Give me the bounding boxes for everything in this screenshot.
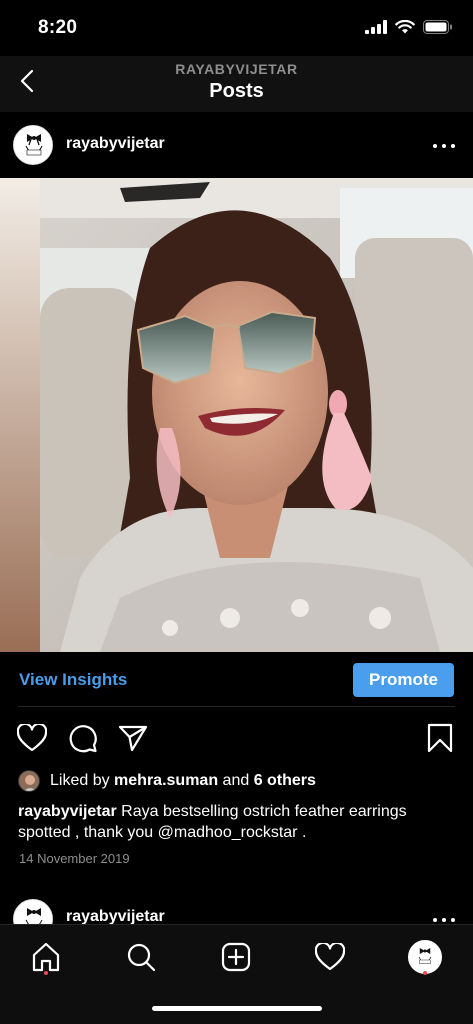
more-options-button[interactable] (433, 136, 455, 156)
page-title: Posts (209, 80, 264, 102)
wifi-icon (395, 20, 415, 34)
likes-others-link[interactable]: 6 others (254, 772, 316, 790)
add-icon (221, 942, 251, 972)
brand-logo (410, 942, 440, 972)
like-button[interactable] (16, 722, 48, 754)
avatar[interactable] (13, 899, 53, 926)
post-date: 14 November 2019 (19, 851, 130, 866)
send-icon (118, 725, 148, 752)
divider (18, 706, 455, 707)
post-username[interactable]: rayabyvijetar (66, 135, 165, 153)
account-name: RAYABYVIJETAR (175, 61, 298, 77)
post-caption: rayabyvijetar Raya bestselling ostrich f… (18, 801, 458, 843)
bookmark-icon (427, 723, 453, 753)
likes-conjunction: and (218, 772, 254, 789)
signal-icon (365, 20, 387, 34)
caption-username[interactable]: rayabyvijetar (18, 803, 117, 820)
liker-avatar[interactable] (18, 770, 40, 792)
tab-create[interactable] (212, 933, 260, 981)
nav-header: RAYABYVIJETAR Posts (0, 56, 473, 112)
save-button[interactable] (424, 722, 456, 754)
profile-avatar (408, 940, 442, 974)
next-post-header: rayabyvijetar (0, 896, 473, 926)
post-photo[interactable] (0, 178, 473, 652)
status-icons (365, 20, 453, 34)
tab-activity[interactable] (306, 933, 354, 981)
more-horizontal-icon (433, 144, 437, 148)
search-icon (127, 943, 156, 972)
more-horizontal-icon (433, 918, 437, 922)
liker-avatar-image (19, 771, 39, 791)
liker-username[interactable]: mehra.suman (114, 772, 218, 790)
post-image (0, 178, 473, 652)
status-bar: 8:20 (0, 0, 473, 56)
comment-icon (69, 725, 97, 753)
post-header: rayabyvijetar (0, 116, 473, 176)
home-icon (32, 942, 60, 972)
home-notification-dot (44, 971, 48, 975)
heart-icon (17, 724, 47, 752)
battery-icon (423, 20, 452, 34)
likes-row: Liked by mehra.suman and 6 others (18, 768, 458, 794)
profile-notification-dot (423, 971, 427, 975)
brand-logo (14, 900, 52, 926)
status-time: 8:20 (38, 17, 78, 38)
avatar[interactable] (13, 125, 53, 165)
share-button[interactable] (117, 722, 149, 754)
liked-by-label: Liked by (50, 772, 115, 789)
view-insights-link[interactable]: View Insights (19, 670, 127, 690)
brand-logo (14, 126, 52, 164)
comment-button[interactable] (67, 722, 99, 754)
promote-button[interactable]: Promote (353, 663, 454, 697)
heart-icon (315, 943, 345, 971)
tab-search[interactable] (117, 933, 165, 981)
post-actions (0, 718, 473, 758)
insights-bar: View Insights Promote (0, 652, 473, 708)
home-indicator (152, 1006, 322, 1011)
